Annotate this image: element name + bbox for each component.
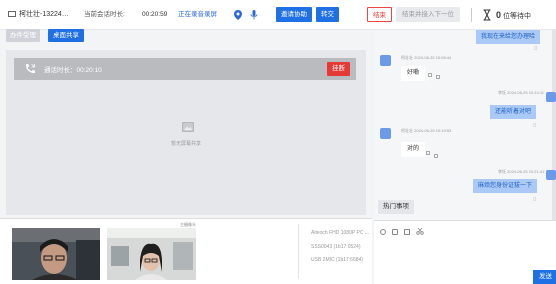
screen-share-placeholder: 暂无屏幕共享 xyxy=(170,141,201,147)
desktop-share-button[interactable]: 桌面共享 xyxy=(48,29,84,42)
read-indicator: ◻ xyxy=(533,196,537,201)
invite-assist-button[interactable]: 邀请协助 xyxy=(276,7,312,22)
sender-name: 柯壮壮 xyxy=(401,128,413,133)
chat-message: 我现在来给您办理哈 xyxy=(476,30,541,44)
call-duration: 通话时长：00:20:10 xyxy=(44,67,102,74)
scissors-icon[interactable] xyxy=(416,227,424,235)
end-and-next-button[interactable]: 结束并接入下一位 xyxy=(396,7,460,22)
device-camera[interactable]: Aiteoch FHD 1080P PC ... xyxy=(311,230,369,236)
phone-icon xyxy=(25,63,35,74)
sender-name: 李钰 xyxy=(498,169,506,174)
video-area: 主摄像头 Aiteoch FHD 1080P PC ... SSS0043 (1… xyxy=(0,218,372,284)
hot-topics-button[interactable]: 热门事项 xyxy=(378,200,414,214)
chat-panel: 我现在来给您办理哈 ◻ 柯壮壮 2024-06-25 10:08:44 好嘞 李… xyxy=(374,30,556,220)
device-microphone[interactable]: USB 2MIC (1b17:6684) xyxy=(311,257,363,263)
message-time: 2024-06-25 10:14:11 xyxy=(507,90,544,95)
read-indicator xyxy=(428,73,432,77)
monitor-icon xyxy=(8,11,16,17)
duration-label: 当前会话时长: xyxy=(84,11,125,18)
avatar xyxy=(380,128,391,139)
recording-status: 正在录音录屏 xyxy=(178,11,217,18)
end-button[interactable]: 结束 xyxy=(367,7,392,22)
message-meta: 李钰 2024-06-25 10:14:11 xyxy=(498,90,544,96)
hourglass-icon xyxy=(483,9,491,21)
caller-info: 柯壮壮-13224… xyxy=(8,8,69,22)
caller-name: 柯壮壮-13224… xyxy=(19,11,69,18)
avatar xyxy=(546,170,556,180)
message-time: 2024-06-25 10:19:53 xyxy=(414,128,452,133)
message-time: 2024-06-25 10:08:44 xyxy=(414,55,452,60)
compose-toolbar xyxy=(380,227,430,236)
handle-case-button[interactable]: 办件受理 xyxy=(6,29,40,42)
microphone-icon[interactable] xyxy=(250,8,258,22)
read-indicator xyxy=(434,154,438,158)
screen-share-icon xyxy=(182,122,194,132)
chat-message: 对的 xyxy=(401,142,426,157)
sender-name: 李钰 xyxy=(498,90,506,95)
message-meta: 李钰 2024-06-25 10:21:41 xyxy=(498,169,544,175)
call-bar: 通话时长：00:20:10 挂断 xyxy=(14,58,356,80)
avatar xyxy=(546,92,556,102)
local-video xyxy=(12,228,100,280)
avatar xyxy=(380,55,391,66)
chat-message: 麻烦您身份证拔一下 xyxy=(473,179,538,193)
read-indicator xyxy=(436,75,440,79)
queue-count: 0 xyxy=(496,10,502,20)
queue-status: 0 位等待中 xyxy=(496,8,531,22)
remote-video xyxy=(107,228,196,280)
call-panel: 通话时长：00:20:10 挂断 暂无屏幕共享 xyxy=(6,50,366,215)
message-meta: 柯壮壮 2024-06-25 10:19:53 xyxy=(401,128,451,134)
message-time: 2024-06-25 10:21:41 xyxy=(507,169,545,174)
device-secondary[interactable]: SSS0043 (1b17:0524) xyxy=(311,244,360,250)
compose-area[interactable]: 发送 xyxy=(374,220,556,284)
duration-value: 00:20:59 xyxy=(142,11,168,18)
queue-label: 位等待中 xyxy=(503,13,532,20)
top-bar: 柯壮壮-13224… 当前会话时长: 00:20:59 正在录音录屏 邀请协助 … xyxy=(0,0,556,30)
folder-icon[interactable] xyxy=(404,229,410,235)
emoji-icon[interactable] xyxy=(380,229,386,235)
chat-scrollbar[interactable] xyxy=(552,30,556,220)
sender-name: 柯壮壮 xyxy=(401,55,413,60)
read-indicator xyxy=(426,151,430,155)
hangup-button[interactable]: 挂断 xyxy=(327,62,350,76)
read-indicator: ◻ xyxy=(534,45,538,50)
chat-message: 还能听着对吧 xyxy=(490,105,537,119)
location-icon[interactable] xyxy=(234,8,242,22)
transfer-button[interactable]: 转交 xyxy=(316,7,339,22)
image-icon[interactable] xyxy=(392,229,398,235)
send-button[interactable]: 发送 xyxy=(533,270,556,284)
divider xyxy=(298,224,299,279)
divider xyxy=(471,8,472,22)
chat-message: 好嘞 xyxy=(401,66,426,81)
read-indicator: ◻ xyxy=(533,122,537,127)
message-meta: 柯壮壮 2024-06-25 10:08:44 xyxy=(401,55,451,61)
